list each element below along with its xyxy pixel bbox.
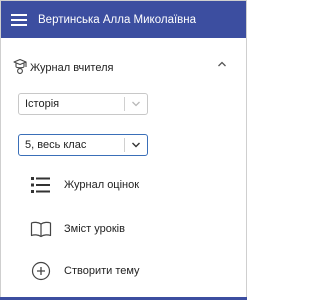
section-title: Журнал вчителя (30, 62, 114, 74)
class-dropdown-button[interactable] (125, 135, 147, 155)
class-select[interactable]: 5, весь клас (18, 134, 148, 156)
user-name: Вертинська Алла Миколаївна (38, 13, 197, 26)
class-select-value: 5, весь клас (25, 139, 87, 151)
nav-item-label: Зміст уроків (64, 223, 125, 235)
menu-button[interactable] (5, 1, 33, 38)
nav-item-create-topic[interactable]: Створити тему (30, 258, 230, 284)
nav-item-lesson-contents[interactable]: Зміст уроків (30, 216, 230, 242)
plus-circle-icon (30, 260, 52, 282)
chevron-up-icon[interactable] (217, 60, 227, 68)
list-icon (30, 174, 52, 196)
subject-dropdown-button[interactable] (125, 94, 147, 114)
book-icon (30, 218, 52, 240)
subject-select-value: Історія (25, 98, 60, 110)
nav-item-label: Журнал оцінок (64, 179, 140, 191)
nav-item-grade-journal[interactable]: Журнал оцінок (30, 172, 230, 198)
hamburger-menu-icon (11, 13, 27, 26)
teacher-journal-section-toggle[interactable]: Журнал вчителя (10, 52, 237, 80)
teacher-journal-icon (13, 58, 27, 74)
chevron-down-icon (132, 142, 140, 148)
subject-select[interactable]: Історія (18, 93, 148, 115)
top-bar: Вертинська Алла Миколаївна (1, 1, 246, 38)
chevron-down-icon (132, 101, 140, 107)
nav-item-label: Створити тему (64, 265, 140, 277)
